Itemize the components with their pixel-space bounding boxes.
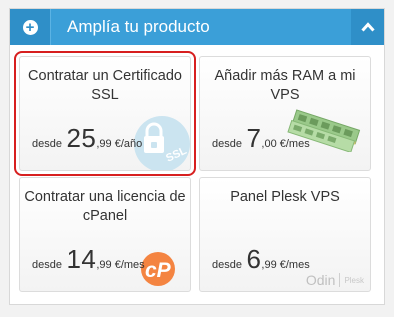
product-price: desde 25,99 €/año [32, 123, 143, 153]
upsell-panel: + Amplía tu producto Contratar un Certif… [9, 8, 385, 305]
plus-icon: + [22, 19, 38, 35]
product-card-ram[interactable]: Añadir más RAM a mi VPS desde 7,00 €/mes [199, 56, 371, 171]
product-title: Contratar una licencia de cPanel [24, 189, 186, 224]
expand-button[interactable]: + [10, 9, 51, 45]
product-price: desde 7,00 €/mes [212, 123, 310, 153]
chevron-up-icon [360, 22, 375, 32]
panel-title: Amplía tu producto [67, 17, 210, 36]
product-price: desde 14,99 €/mes [32, 244, 145, 274]
product-title: Añadir más RAM a mi VPS [214, 68, 356, 103]
panel-header: + Amplía tu producto [10, 9, 384, 45]
collapse-button[interactable] [351, 9, 384, 45]
product-card-ssl[interactable]: Contratar un Certificado SSL SSL desde 2… [14, 51, 196, 176]
odin-plesk-logo: Odin Plesk [305, 272, 364, 288]
product-card-plesk[interactable]: Panel Plesk VPS Odin Plesk desde 6,99 €/… [199, 177, 371, 292]
product-card-cpanel[interactable]: Contratar una licencia de cPanel cP desd… [19, 177, 191, 292]
svg-text:cP: cP [145, 259, 172, 282]
product-title: Contratar un Certificado SSL [28, 68, 182, 103]
product-price: desde 6,99 €/mes [212, 244, 310, 274]
product-title: Panel Plesk VPS [230, 189, 340, 205]
